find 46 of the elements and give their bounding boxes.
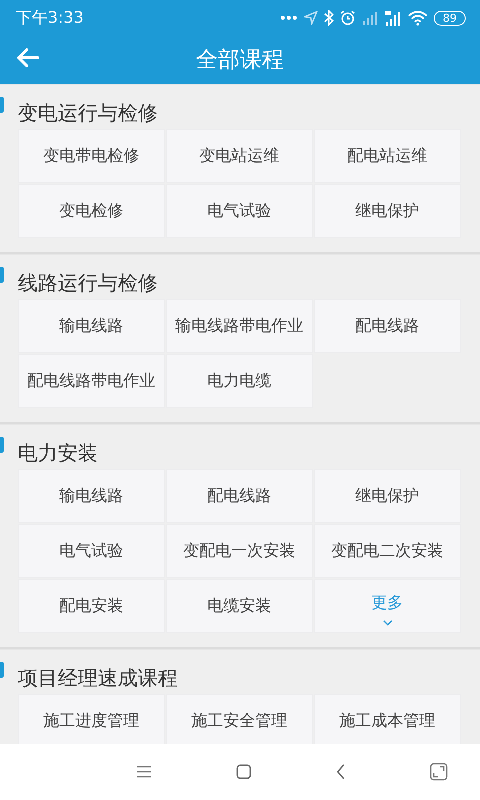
course-tile[interactable]: 施工进度管理: [18, 694, 165, 744]
section-accent-bar: [0, 267, 4, 283]
section-accent-bar: [0, 437, 4, 453]
menu-icon[interactable]: [136, 765, 152, 779]
section-title: 变电运行与检修: [18, 100, 159, 127]
course-tile[interactable]: 电缆安装: [166, 579, 313, 633]
course-tile[interactable]: 继电保护: [314, 184, 461, 238]
bluetooth-icon: [324, 10, 334, 26]
course-tile[interactable]: 变电检修: [18, 184, 165, 238]
status-time: 下午3:33: [16, 8, 84, 28]
course-tile[interactable]: 配电站运维: [314, 129, 461, 183]
more-dots-icon: [280, 15, 298, 21]
battery-level: 89: [434, 10, 466, 26]
hd-signal-icon: [384, 10, 402, 26]
section-accent-bar: [0, 662, 4, 678]
course-tile[interactable]: 配电线路: [314, 299, 461, 353]
caret-down-icon: [382, 620, 392, 626]
wifi-icon: [408, 10, 428, 26]
course-tile[interactable]: 配电线路带电作业: [18, 354, 165, 408]
course-tile[interactable]: 施工成本管理: [314, 694, 461, 744]
course-tile[interactable]: 配电线路: [166, 469, 313, 523]
course-tile[interactable]: 变电站运维: [166, 129, 313, 183]
alarm-clock-icon: [340, 10, 356, 26]
back-chevron-icon[interactable]: [336, 764, 346, 780]
course-tile[interactable]: 施工安全管理: [166, 694, 313, 744]
home-square-icon[interactable]: [236, 764, 252, 780]
course-tile[interactable]: 变配电二次安装: [314, 524, 461, 578]
course-tile[interactable]: 电力电缆: [166, 354, 313, 408]
section-title: 电力安装: [18, 440, 99, 467]
course-tile[interactable]: 配电安装: [18, 579, 165, 633]
location-arrow-icon: [304, 11, 318, 25]
course-tile[interactable]: 电气试验: [18, 524, 165, 578]
page-title: 全部课程: [196, 47, 284, 75]
course-tile[interactable]: 变电带电检修: [18, 129, 165, 183]
course-tile[interactable]: 变配电一次安装: [166, 524, 313, 578]
course-tile[interactable]: 输电线路带电作业: [166, 299, 313, 353]
course-tile[interactable]: 输电线路: [18, 469, 165, 523]
signal-icon: [362, 11, 378, 25]
course-tile[interactable]: 输电线路: [18, 299, 165, 353]
course-tile[interactable]: 继电保护: [314, 469, 461, 523]
course-tile[interactable]: 电气试验: [166, 184, 313, 238]
more-label: 更多: [372, 592, 404, 614]
expand-icon[interactable]: [430, 763, 448, 781]
section-title: 项目经理速成课程: [18, 665, 179, 692]
section-accent-bar: [0, 97, 4, 113]
section-title: 线路运行与检修: [18, 270, 159, 297]
